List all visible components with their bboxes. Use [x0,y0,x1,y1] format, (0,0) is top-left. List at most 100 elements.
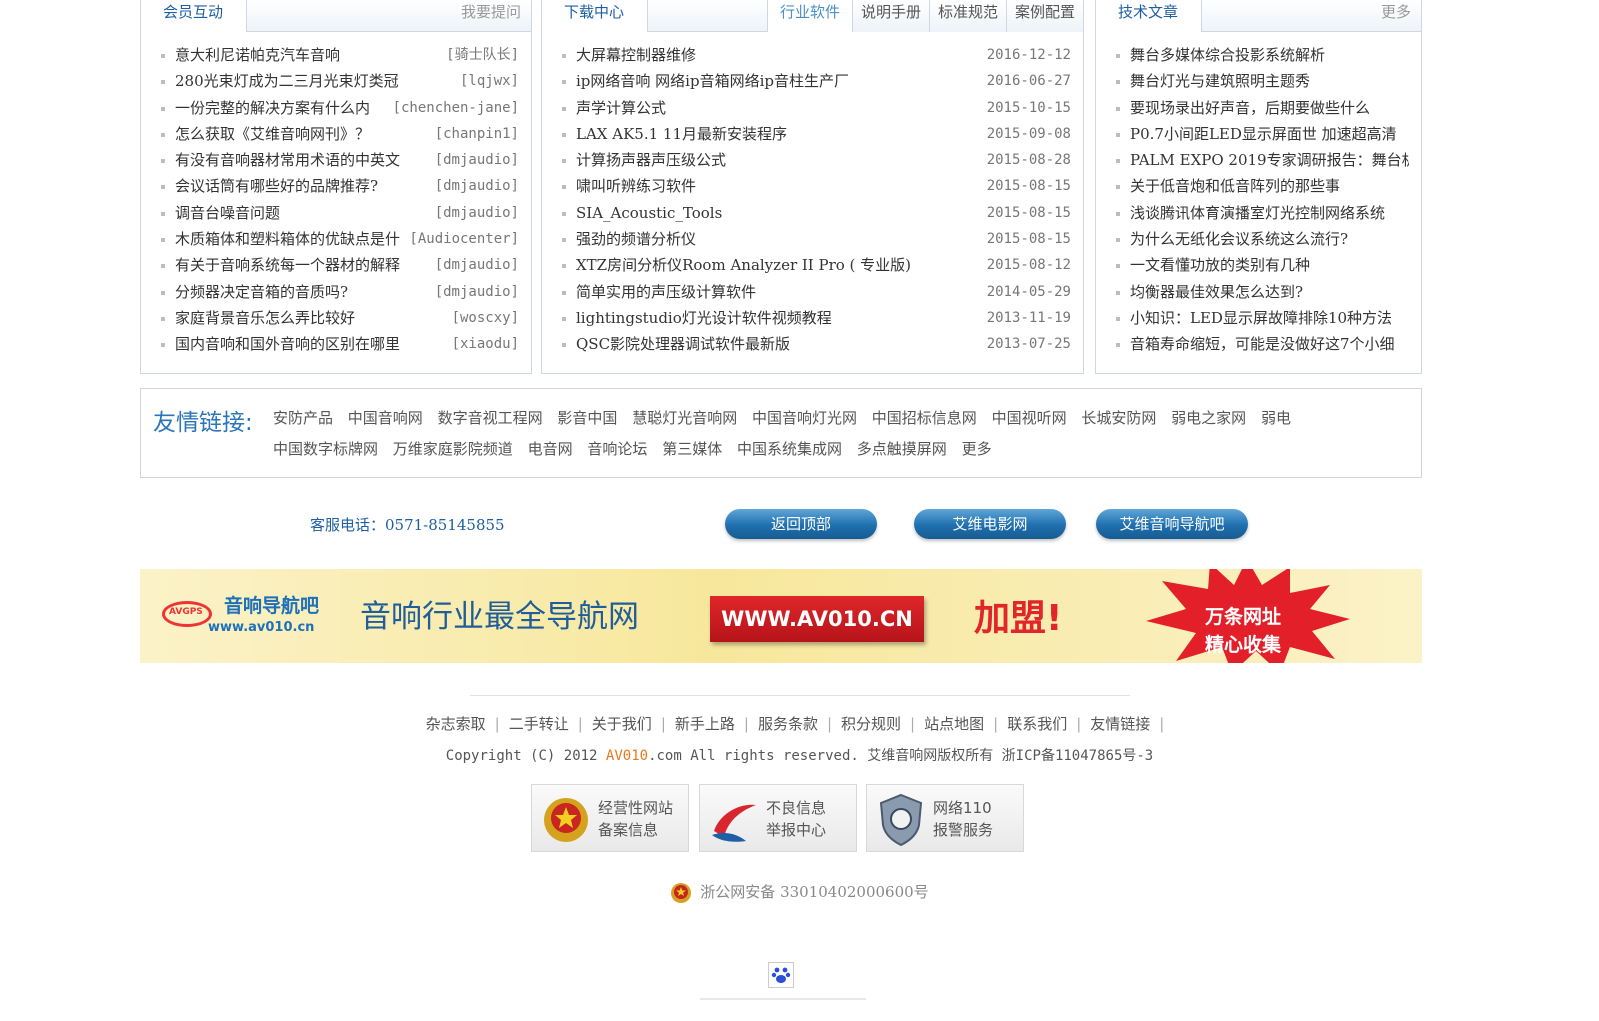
list-item[interactable]: 简单实用的声压级计算软件 2014-05-29 [562,278,1071,305]
friend-link[interactable]: 电音网 [528,440,573,458]
list-item[interactable]: 舞台灯光与建筑照明主题秀 [1116,68,1409,94]
download-tab[interactable]: 下载中心 [542,0,648,32]
list-item[interactable]: 有关于音响系统每一个器材的解释 [dmjaudio] [161,252,519,279]
tech-article-link[interactable]: 关于低音炮和低音阵列的那些事 [1130,177,1340,195]
member-author[interactable]: [dmjaudio] [430,173,519,200]
footer-link[interactable]: 积分规则 [841,715,901,733]
download-subtab[interactable]: 说明手册 [851,0,929,32]
list-item[interactable]: 国内音响和国外音响的区别在哪里 [xiaodu] [161,331,519,358]
member-question-link[interactable]: 木质箱体和塑料箱体的优缺点是什 [175,230,400,248]
list-item[interactable]: 家庭背景音乐怎么弄比较好 [woscxy] [161,304,519,332]
list-item[interactable]: SIA_Acoustic_Tools 2015-08-15 [562,199,1071,227]
member-author[interactable]: [xiaodu] [447,331,519,358]
member-author[interactable]: [lqjwx] [455,68,519,95]
footer-link[interactable]: 杂志索取 [426,715,486,733]
friend-link[interactable]: 中国系统集成网 [737,440,842,458]
friend-link[interactable]: 慧聪灯光音响网 [632,409,737,427]
download-item-link[interactable]: lightingstudio灯光设计软件视频教程 [576,309,832,327]
list-item[interactable]: 280光束灯成为二三月光束灯类冠 [lqjwx] [161,68,519,95]
download-item-link[interactable]: SIA_Acoustic_Tools [576,204,722,222]
tech-more-link[interactable]: 更多 [1381,0,1411,24]
member-question-link[interactable]: 有关于音响系统每一个器材的解释 [175,256,400,274]
member-author[interactable]: [dmjaudio] [430,199,519,227]
list-item[interactable]: 会议话筒有哪些好的品牌推荐? [dmjaudio] [161,173,519,200]
ask-question-link[interactable]: 我要提问 [461,0,521,24]
download-item-link[interactable]: LAX AK5.1 11月最新安装程序 [576,125,787,143]
list-item[interactable]: QSC影院处理器调试软件最新版 2013-07-25 [562,331,1071,358]
member-author[interactable]: [dmjaudio] [430,252,519,279]
police-record[interactable]: 浙公网安备 33010402000600号 [0,881,1599,904]
tech-article-link[interactable]: 舞台灯光与建筑照明主题秀 [1130,72,1310,90]
tech-article-link[interactable]: 音箱寿命缩短，可能是没做好这7个小细 [1130,335,1395,353]
download-item-link[interactable]: 计算扬声器声压级公式 [576,151,726,169]
list-item[interactable]: 一份完整的解决方案有什么内 [chenchen-jane] [161,94,519,121]
footer-link[interactable]: 站点地图 [924,715,984,733]
download-item-link[interactable]: XTZ房间分析仪Room Analyzer II Pro ( 专业版) [576,256,911,274]
download-item-link[interactable]: ip网络音响 网络ip音箱网络ip音柱生产厂 [576,72,849,90]
friend-link[interactable]: 中国音响网 [348,409,423,427]
member-tab[interactable]: 会员互动 [141,0,247,32]
list-item[interactable]: XTZ房间分析仪Room Analyzer II Pro ( 专业版) 2015-… [562,252,1071,279]
member-author[interactable]: [骑士队长] [442,42,519,69]
list-item[interactable]: 分频器决定音箱的音质吗? [dmjaudio] [161,278,519,305]
list-item[interactable]: P0.7小间距LED显示屏面世 加速超高清 [1116,121,1409,147]
list-item[interactable]: 一文看懂功放的类别有几种 [1116,252,1409,278]
tech-article-link[interactable]: 浅谈腾讯体育演播室灯光控制网络系统 [1130,204,1385,222]
list-item[interactable]: 音箱寿命缩短，可能是没做好这7个小细 [1116,331,1409,357]
friend-link[interactable]: 安防产品 [273,409,333,427]
member-question-link[interactable]: 调音台噪音问题 [175,204,280,222]
tech-article-link[interactable]: PALM EXPO 2019专家调研报告：舞台机 [1130,151,1409,169]
member-question-link[interactable]: 国内音响和国外音响的区别在哪里 [175,335,400,353]
list-item[interactable]: lightingstudio灯光设计软件视频教程 2013-11-19 [562,304,1071,332]
list-item[interactable]: 舞台多媒体综合投影系统解析 [1116,42,1409,68]
friend-link[interactable]: 弱电 [1261,409,1291,427]
footer-link[interactable]: 服务条款 [758,715,818,733]
download-item-link[interactable]: 声学计算公式 [576,99,666,117]
list-item[interactable]: 木质箱体和塑料箱体的优缺点是什 [Audiocenter] [161,226,519,253]
list-item[interactable]: ip网络音响 网络ip音箱网络ip音柱生产厂 2016-06-27 [562,68,1071,95]
avi-movie-button[interactable]: 艾维电影网 [914,509,1066,539]
footer-link[interactable]: 友情链接 [1090,715,1150,733]
list-item[interactable]: 为什么无纸化会议系统这么流行? [1116,226,1409,252]
footer-link[interactable]: 二手转让 [509,715,569,733]
friend-link[interactable]: 第三媒体 [662,440,722,458]
member-question-link[interactable]: 分频器决定音箱的音质吗? [175,283,348,301]
member-question-link[interactable]: 会议话筒有哪些好的品牌推荐? [175,177,378,195]
friend-link[interactable]: 影音中国 [557,409,617,427]
list-item[interactable]: 意大利尼诺帕克汽车音响 [骑士队长] [161,42,519,69]
tech-article-link[interactable]: 舞台多媒体综合投影系统解析 [1130,46,1325,64]
friend-link[interactable]: 多点触摸屏网 [857,440,947,458]
friend-link[interactable]: 长城安防网 [1081,409,1156,427]
friend-link[interactable]: 中国招标信息网 [872,409,977,427]
member-author[interactable]: [dmjaudio] [430,278,519,305]
friend-link[interactable]: 中国数字标牌网 [273,440,378,458]
tech-tab[interactable]: 技术文章 [1096,0,1202,32]
list-item[interactable]: 声学计算公式 2015-10-15 [562,94,1071,121]
tech-article-link[interactable]: 要现场录出好声音，后期要做些什么 [1130,99,1370,117]
avi-audio-nav-button[interactable]: 艾维音响导航吧 [1096,509,1248,539]
member-question-link[interactable]: 280光束灯成为二三月光束灯类冠 [175,72,399,90]
list-item[interactable]: PALM EXPO 2019专家调研报告：舞台机 [1116,147,1409,173]
tech-article-link[interactable]: P0.7小间距LED显示屏面世 加速超高清 [1130,125,1397,143]
list-item[interactable]: 怎么获取《艾维音响网刊》？ [chanpin1] [161,120,519,148]
footer-link[interactable]: 关于我们 [592,715,652,733]
list-item[interactable]: 大屏幕控制器维修 2016-12-12 [562,42,1071,69]
footer-link[interactable]: 联系我们 [1007,715,1067,733]
download-item-link[interactable]: 大屏幕控制器维修 [576,46,696,64]
badge-police-110[interactable]: 网络110 报警服务 [866,784,1024,852]
back-to-top-button[interactable]: 返回顶部 [725,509,877,539]
member-question-link[interactable]: 怎么获取《艾维音响网刊》？ [175,125,370,143]
ad-banner[interactable]: AVGPS 音响导航吧 www.av010.cn 音响行业最全导航网 WWW.A… [140,569,1422,663]
download-subtab[interactable]: 标准规范 [928,0,1006,32]
list-item[interactable]: 有没有音响器材常用术语的中英文 [dmjaudio] [161,147,519,174]
download-item-link[interactable]: QSC影院处理器调试软件最新版 [576,335,790,353]
member-question-link[interactable]: 家庭背景音乐怎么弄比较好 [175,309,355,327]
friend-link[interactable]: 更多 [962,440,992,458]
member-author[interactable]: [woscxy] [447,304,519,332]
member-question-link[interactable]: 一份完整的解决方案有什么内 [175,99,370,117]
badge-business-record[interactable]: 经营性网站 备案信息 [531,784,689,852]
list-item[interactable]: 均衡器最佳效果怎么达到? [1116,279,1409,305]
friend-link[interactable]: 弱电之家网 [1171,409,1246,427]
member-question-link[interactable]: 意大利尼诺帕克汽车音响 [175,46,340,64]
member-author[interactable]: [chenchen-jane] [388,94,519,121]
